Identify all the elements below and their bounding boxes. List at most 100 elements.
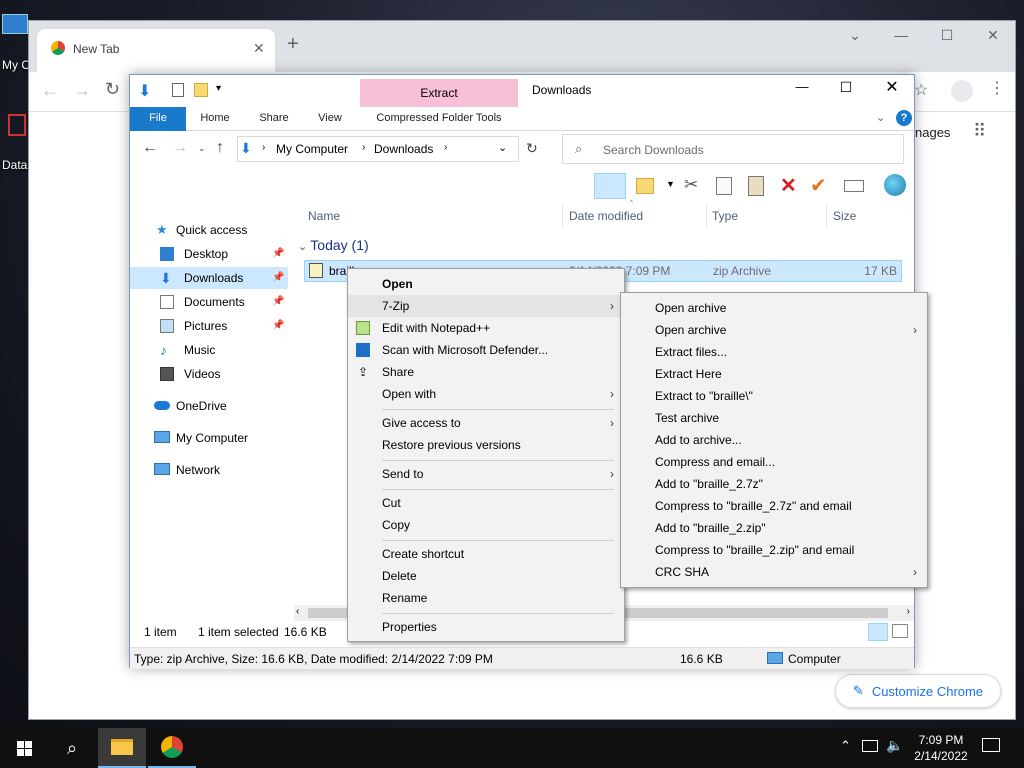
help-icon[interactable]: ? <box>896 110 912 126</box>
7zip-test-archive[interactable]: Test archive <box>621 407 927 429</box>
nav-documents[interactable]: Documents 📌 <box>130 291 288 313</box>
7zip-add-to-archive[interactable]: Add to archive... <box>621 429 927 451</box>
nav-onedrive[interactable]: OneDrive <box>130 395 288 417</box>
globe-icon[interactable] <box>884 174 906 196</box>
menu-cut[interactable]: Cut <box>348 492 624 514</box>
chrome-minimize-button[interactable]: — <box>881 27 921 43</box>
pin-icon[interactable]: 📌 <box>272 315 284 337</box>
menu-7zip[interactable]: 7-Zip › <box>348 295 624 317</box>
menu-give-access[interactable]: Give access to › <box>348 412 624 434</box>
column-type[interactable]: Type <box>712 205 738 227</box>
menu-share[interactable]: ⇪ Share <box>348 361 624 383</box>
7zip-extract-files[interactable]: Extract files... <box>621 341 927 363</box>
back-icon[interactable]: ← <box>41 80 59 101</box>
refresh-icon[interactable]: ↻ <box>526 140 538 157</box>
recent-locations-icon[interactable]: ⌄ <box>198 143 206 154</box>
paste-icon[interactable] <box>748 176 764 196</box>
new-folder-icon[interactable] <box>636 178 654 194</box>
maximize-button[interactable]: ☐ <box>826 79 866 96</box>
scroll-right-icon[interactable]: › <box>907 606 910 617</box>
7zip-open-archive-sub[interactable]: Open archive › <box>621 319 927 341</box>
large-icons-view-icon[interactable] <box>892 624 908 638</box>
details-view-icon[interactable] <box>868 623 888 641</box>
close-tab-icon[interactable]: ✕ <box>253 40 265 57</box>
quick-access-dropdown-icon[interactable]: ▾ <box>216 83 221 94</box>
nav-music[interactable]: ♪ Music <box>130 339 288 361</box>
address-bar[interactable]: ⬇ › My Computer › Downloads › ⌄ <box>237 136 519 162</box>
volume-icon[interactable]: 🔈 <box>886 737 903 754</box>
nav-desktop[interactable]: Desktop 📌 <box>130 243 288 265</box>
up-icon[interactable]: ↑ <box>216 139 224 157</box>
rename-icon[interactable] <box>844 180 864 192</box>
7zip-open-archive[interactable]: Open archive <box>621 297 927 319</box>
desktop-icon-data[interactable]: Data <box>0 110 30 174</box>
checkmark-icon[interactable]: ✔ <box>810 173 827 198</box>
tab-home[interactable]: Home <box>190 107 240 131</box>
pin-icon[interactable]: 📌 <box>272 267 284 289</box>
tab-file[interactable]: File <box>130 107 186 131</box>
column-date[interactable]: Date modified <box>569 205 643 227</box>
ribbon-expand-icon[interactable]: ⌄ <box>876 111 885 124</box>
nav-videos[interactable]: Videos <box>130 363 288 385</box>
new-tab-button[interactable]: + <box>287 33 299 56</box>
7zip-compress-email[interactable]: Compress and email... <box>621 451 927 473</box>
menu-send-to[interactable]: Send to › <box>348 463 624 485</box>
search-button[interactable]: ⌕ <box>48 728 96 768</box>
7zip-add-to-zip[interactable]: Add to "braille_2.zip" <box>621 517 927 539</box>
menu-create-shortcut[interactable]: Create shortcut <box>348 543 624 565</box>
breadcrumb-my-computer[interactable]: My Computer <box>276 142 348 156</box>
pin-icon[interactable]: 📌 <box>272 243 284 265</box>
menu-open[interactable]: Open <box>348 273 624 295</box>
minimize-button[interactable]: — <box>782 79 822 94</box>
back-icon[interactable]: ← <box>142 139 158 157</box>
7zip-extract-to[interactable]: Extract to "braille\" <box>621 385 927 407</box>
group-header-today[interactable]: ⌄ Today (1) <box>298 237 369 253</box>
properties-quick-icon[interactable] <box>172 83 184 97</box>
menu-rename[interactable]: Rename <box>348 587 624 609</box>
nav-pictures[interactable]: Pictures 📌 <box>130 315 288 337</box>
pin-icon[interactable]: 📌 <box>272 291 284 313</box>
menu-open-with[interactable]: Open with › <box>348 383 624 405</box>
taskbar-chrome[interactable] <box>148 728 196 768</box>
menu-scan-defender[interactable]: Scan with Microsoft Defender... <box>348 339 624 361</box>
address-dropdown-icon[interactable]: ⌄ <box>498 141 507 154</box>
7zip-compress-zip-email[interactable]: Compress to "braille_2.zip" and email <box>621 539 927 561</box>
tray-chevron-icon[interactable]: ⌃ <box>840 738 851 754</box>
7zip-compress-7z-email[interactable]: Compress to "braille_2.7z" and email <box>621 495 927 517</box>
apps-grid-icon[interactable]: ⠿ <box>973 121 986 142</box>
menu-restore-versions[interactable]: Restore previous versions <box>348 434 624 456</box>
forward-icon[interactable]: → <box>172 139 188 157</box>
7zip-extract-here[interactable]: Extract Here <box>621 363 927 385</box>
column-size[interactable]: Size <box>833 205 856 227</box>
customize-chrome-button[interactable]: ✎ Customize Chrome <box>835 674 1001 708</box>
menu-edit-notepad[interactable]: Edit with Notepad++ <box>348 317 624 339</box>
desktop-icon-my-computer[interactable]: My C <box>0 12 30 72</box>
search-input[interactable]: ⌕ Search Downloads <box>562 134 904 164</box>
reload-icon[interactable]: ↻ <box>105 79 120 100</box>
clock[interactable]: 7:09 PM 2/14/2022 <box>910 732 972 764</box>
close-button[interactable]: ✕ <box>872 77 912 97</box>
bookmark-star-icon[interactable]: ☆ <box>914 80 928 100</box>
chrome-menu-icon[interactable]: ⋮ <box>989 78 1005 98</box>
start-button[interactable] <box>0 728 48 768</box>
forward-icon[interactable]: → <box>73 80 91 101</box>
new-folder-quick-icon[interactable] <box>194 83 208 97</box>
chrome-maximize-button[interactable]: ☐ <box>927 27 967 44</box>
network-tray-icon[interactable] <box>862 740 878 752</box>
nav-my-computer[interactable]: My Computer <box>130 427 288 449</box>
7zip-crc-sha[interactable]: CRC SHA › <box>621 561 927 583</box>
breadcrumb-downloads[interactable]: Downloads <box>374 142 433 156</box>
dropdown-icon[interactable]: ▼ <box>666 179 675 189</box>
menu-delete[interactable]: Delete <box>348 565 624 587</box>
nav-network[interactable]: Network <box>130 459 288 481</box>
cut-icon[interactable]: ✂ <box>684 175 698 195</box>
copy-icon[interactable] <box>716 177 732 195</box>
contextual-tab-extract[interactable]: Extract <box>360 79 518 107</box>
tab-compressed-folder-tools[interactable]: Compressed Folder Tools <box>362 107 516 131</box>
delete-icon[interactable]: ✕ <box>780 173 797 198</box>
images-link[interactable]: nages <box>915 125 950 140</box>
column-name[interactable]: Name <box>308 205 340 227</box>
preview-pane-icon[interactable] <box>594 173 626 199</box>
tab-share[interactable]: Share <box>248 107 300 131</box>
scroll-left-icon[interactable]: ‹ <box>296 606 299 617</box>
